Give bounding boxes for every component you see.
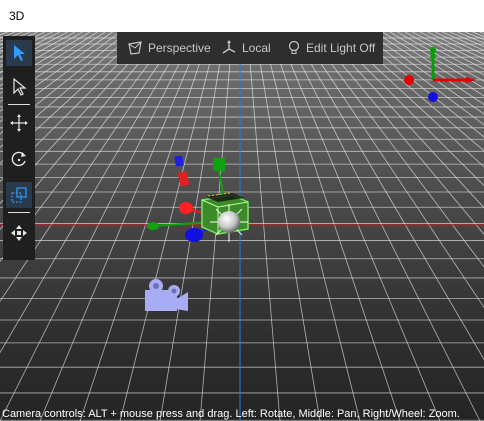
fit-view-tool-button[interactable] xyxy=(6,220,32,246)
move-tool-button[interactable] xyxy=(6,110,32,136)
arrow-cursor-icon xyxy=(14,45,25,61)
axes-icon xyxy=(222,40,236,54)
3d-viewport[interactable]: Perspective Local Edit Light Off Camera … xyxy=(0,32,484,421)
lightbulb-icon xyxy=(288,40,300,54)
move-icon xyxy=(10,114,28,132)
select-subitem-tool-button[interactable] xyxy=(6,74,32,100)
local-label: Local xyxy=(242,41,271,55)
fit-selection-icon xyxy=(11,225,27,241)
perspective-button[interactable]: Perspective xyxy=(127,40,211,56)
tool-bar xyxy=(3,36,35,260)
camera-icon[interactable] xyxy=(145,279,188,311)
light-sphere[interactable] xyxy=(218,211,240,233)
title-bar: 3D xyxy=(0,0,484,32)
orientation-gizmo[interactable] xyxy=(404,47,476,102)
select-tool-button[interactable] xyxy=(6,40,32,66)
scale-icon xyxy=(11,187,27,203)
outline-cursor-icon xyxy=(13,78,27,96)
scale-tool-button[interactable] xyxy=(6,182,32,208)
window: 3D Perspective Local Edit Light Off Came… xyxy=(0,0,484,421)
perspective-label: Perspective xyxy=(148,41,211,55)
toolbar-separator xyxy=(8,104,30,105)
perspective-icon xyxy=(128,41,142,55)
local-button[interactable]: Local xyxy=(221,40,271,56)
camera-controls-hint: Camera controls: ALT + mouse press and d… xyxy=(2,408,460,420)
floor-grid xyxy=(0,32,484,421)
rotate-tool-button[interactable] xyxy=(6,146,32,172)
edit-light-button[interactable]: Edit Light Off xyxy=(287,40,375,56)
view-options-bar: Perspective Local Edit Light Off xyxy=(117,32,383,64)
window-title: 3D xyxy=(9,9,25,23)
rotate-icon xyxy=(11,151,26,167)
edit-light-label: Edit Light Off xyxy=(306,41,376,55)
toolbar-separator xyxy=(8,212,30,213)
